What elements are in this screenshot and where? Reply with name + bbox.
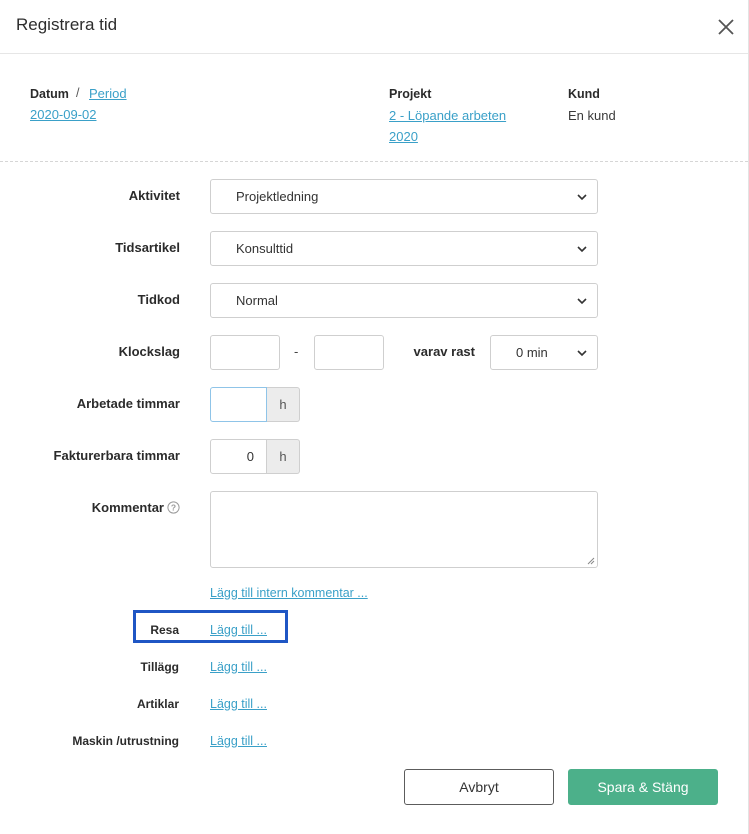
add-articles-link[interactable]: Lägg till ...: [210, 697, 267, 711]
time-article-label: Tidsartikel: [115, 240, 180, 255]
worked-hours-unit: h: [267, 387, 300, 422]
add-internal-comment-link[interactable]: Lägg till intern kommentar ...: [210, 586, 368, 600]
clock-label: Klockslag: [118, 344, 180, 359]
comment-textarea[interactable]: [210, 491, 598, 568]
worked-hours-input[interactable]: [210, 387, 267, 422]
project-link[interactable]: 2 - Löpande arbeten: [389, 108, 506, 123]
cancel-button[interactable]: Avbryt: [404, 769, 554, 805]
travel-label: Resa: [150, 623, 179, 637]
chevron-down-icon: [577, 298, 587, 305]
project-link-year[interactable]: 2020: [389, 129, 418, 144]
date-link[interactable]: 2020-09-02: [30, 107, 97, 122]
billable-hours-label: Fakturerbara timmar: [53, 448, 180, 463]
comment-label-row: Kommentar?: [0, 500, 180, 517]
date-label: Datum: [30, 87, 69, 101]
customer-label: Kund: [568, 87, 600, 101]
info-section: Datum / Period 2020-09-02 Projekt 2 - Lö…: [0, 0, 748, 162]
chevron-down-icon: [577, 350, 587, 357]
help-icon[interactable]: ?: [167, 500, 180, 517]
activity-value: Projektledning: [236, 189, 319, 204]
add-machine-equipment-link[interactable]: Lägg till ...: [210, 734, 267, 748]
comment-label: Kommentar: [91, 500, 164, 515]
time-code-label: Tidkod: [137, 292, 180, 307]
breadcrumb-separator: /: [76, 86, 80, 100]
period-link[interactable]: Period: [89, 86, 127, 101]
add-supplement-link[interactable]: Lägg till ...: [210, 660, 267, 674]
add-travel-link[interactable]: Lägg till ...: [210, 623, 267, 637]
time-article-select[interactable]: Konsulttid: [210, 231, 598, 266]
register-time-dialog: Registrera tid Datum / Period 2020-09-02…: [0, 0, 749, 834]
chevron-down-icon: [577, 246, 587, 253]
time-code-select[interactable]: Normal: [210, 283, 598, 318]
project-label: Projekt: [389, 87, 432, 101]
chevron-down-icon: [577, 194, 587, 201]
clock-dash: -: [294, 344, 299, 359]
articles-label: Artiklar: [136, 697, 179, 711]
supplement-label: Tillägg: [140, 660, 179, 674]
worked-hours-label: Arbetade timmar: [76, 396, 180, 411]
customer-value: En kund: [568, 108, 616, 123]
time-code-value: Normal: [236, 293, 278, 308]
break-value: 0 min: [516, 345, 548, 360]
billable-hours-input[interactable]: 0: [210, 439, 267, 474]
clock-to-input[interactable]: [314, 335, 384, 370]
break-select[interactable]: 0 min: [490, 335, 598, 370]
activity-select[interactable]: Projektledning: [210, 179, 598, 214]
break-label: varav rast: [413, 344, 475, 359]
machine-equipment-label: Maskin /utrustning: [72, 734, 179, 748]
clock-from-input[interactable]: [210, 335, 280, 370]
billable-hours-unit: h: [267, 439, 300, 474]
svg-text:?: ?: [171, 502, 176, 512]
activity-label: Aktivitet: [128, 188, 180, 203]
resize-grip-icon[interactable]: [587, 557, 595, 565]
save-close-button[interactable]: Spara & Stäng: [568, 769, 718, 805]
time-article-value: Konsulttid: [236, 241, 294, 256]
